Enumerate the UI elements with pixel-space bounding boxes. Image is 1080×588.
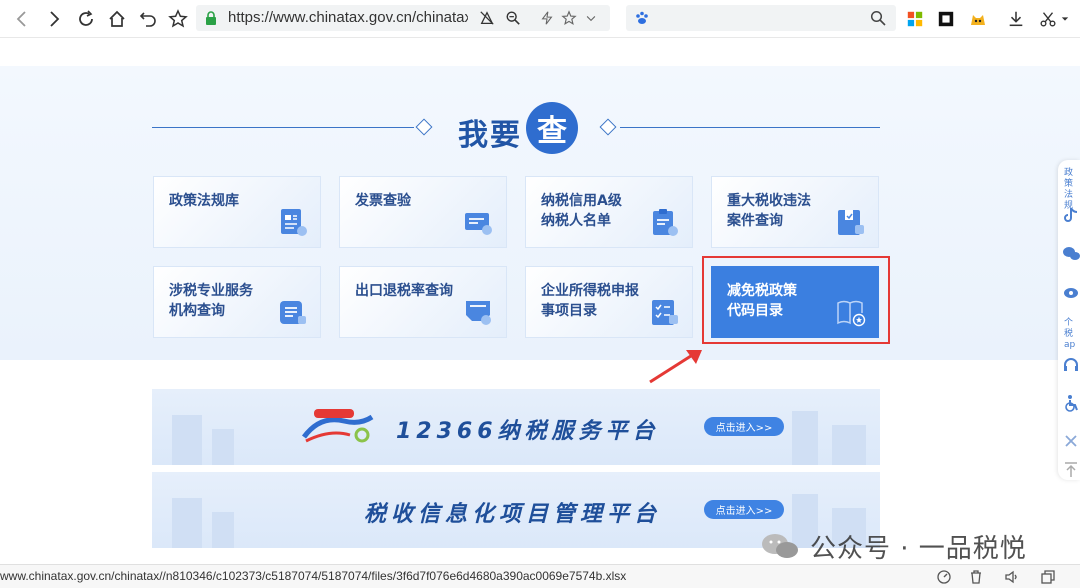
card-tax-service-agencies[interactable]: 涉税专业服务 机构查询: [153, 266, 321, 338]
scissors-icon[interactable]: [1036, 7, 1060, 31]
enter-button[interactable]: 点击进入>>: [704, 500, 784, 519]
headset-icon[interactable]: [1062, 356, 1080, 374]
diamond-icon: [415, 118, 433, 136]
card-export-rebate-rate[interactable]: 出口退税率查询: [339, 266, 507, 338]
speaker-icon[interactable]: [1004, 569, 1020, 585]
status-bar: www.chinatax.gov.cn/chinatax//n810346/c1…: [0, 564, 1080, 588]
browser-toolbar: https://www.chinatax.gov.cn/chinatax/r: [0, 0, 1080, 38]
document-edit-icon: [281, 209, 307, 236]
search-input[interactable]: [626, 5, 896, 31]
banner-building-decor: [172, 415, 202, 465]
window-restore-icon[interactable]: [1040, 569, 1056, 585]
reload-button[interactable]: [74, 7, 98, 31]
star-outline-icon: [168, 9, 188, 28]
highlight-frame: [702, 256, 890, 344]
banner-title: 税收信息化项目管理平台: [364, 502, 662, 527]
search-icon[interactable]: [870, 10, 886, 26]
forward-arrow-icon: [50, 11, 60, 27]
download-icon[interactable]: [1004, 7, 1028, 31]
card-label: 企业所得税申报 事项目录: [541, 283, 639, 319]
close-icon[interactable]: [1062, 432, 1080, 450]
wechat-logo-icon: [762, 534, 798, 558]
heading-title: 我要: [458, 118, 522, 153]
extension-cat-icon[interactable]: [966, 7, 990, 31]
banner-title: 12366纳税服务平台: [396, 419, 660, 444]
card-invoice-verification[interactable]: 发票查验: [339, 176, 507, 248]
paw-icon: [636, 11, 648, 24]
accessibility-icon[interactable]: [1062, 394, 1080, 412]
card-major-violation-cases[interactable]: 重大税收违法 案件查询: [711, 176, 879, 248]
floating-sidebar: 政策 法规 个税 ap: [1058, 160, 1080, 480]
card-credit-a-list[interactable]: 纳税信用A级 纳税人名单: [525, 176, 693, 248]
banner-building-decor: [212, 429, 234, 465]
favorite-button[interactable]: [166, 7, 190, 31]
bookmark-star-icon[interactable]: [560, 9, 578, 27]
zoom-icon[interactable]: [504, 9, 522, 27]
heading-badge: 查: [526, 102, 578, 154]
banner-building-decor: [792, 411, 818, 465]
diamond-icon: [599, 118, 617, 136]
watermark-text: 公众号 · 一品税悦: [810, 533, 1027, 564]
12366-logo-icon: [301, 409, 374, 443]
heading-line-right: [620, 127, 880, 128]
weibo-icon[interactable]: [1062, 282, 1080, 300]
heading-line-left: [152, 127, 414, 128]
card-label: 重大税收违法 案件查询: [727, 193, 811, 229]
back-arrow-icon: [16, 11, 26, 27]
case-file-icon: [838, 210, 864, 235]
card-policy-regulations[interactable]: 政策法规库: [153, 176, 321, 248]
tracking-off-icon[interactable]: [478, 9, 496, 27]
speed-icon[interactable]: [936, 569, 952, 585]
home-icon: [109, 10, 125, 27]
card-cit-filing-catalog[interactable]: 企业所得税申报 事项目录: [525, 266, 693, 338]
section-heading: 我要 查: [150, 100, 882, 156]
banner-building-decor: [172, 498, 202, 548]
banner-12366-platform[interactable]: 12366纳税服务平台 点击进入>>: [152, 389, 880, 465]
back-to-top-icon[interactable]: [1062, 460, 1080, 478]
address-bar[interactable]: https://www.chinatax.gov.cn/chinatax/r: [196, 5, 610, 31]
undo-icon: [139, 12, 156, 27]
watermark: 公众号 · 一品税悦: [760, 530, 1027, 564]
ticket-search-icon: [466, 301, 491, 325]
card-label: 政策法规库: [169, 193, 239, 209]
clipboard-user-icon: [653, 209, 678, 236]
reload-icon: [79, 10, 93, 26]
card-label: 涉税专业服务 机构查询: [169, 283, 253, 319]
status-link-url: www.chinatax.gov.cn/chinatax//n810346/c1…: [0, 569, 627, 583]
screenshot-icon[interactable]: [934, 7, 958, 31]
checklist-icon: [652, 300, 678, 325]
card-label: 出口退税率查询: [355, 283, 453, 299]
chevron-down-icon[interactable]: [582, 9, 600, 27]
lightning-icon[interactable]: [538, 9, 556, 27]
forward-button[interactable]: [42, 7, 66, 31]
apps-grid-icon[interactable]: [903, 7, 927, 31]
sidebar-app-label[interactable]: 个税 ap: [1064, 318, 1080, 351]
douyin-icon[interactable]: [1062, 206, 1080, 224]
banner-building-decor: [832, 425, 866, 465]
back-button[interactable]: [10, 7, 34, 31]
home-button[interactable]: [105, 7, 129, 31]
annotation-arrow-icon: [649, 350, 702, 384]
menu-caret-icon[interactable]: [1058, 7, 1072, 31]
card-label: 发票查验: [355, 193, 411, 209]
banner-building-decor: [212, 512, 234, 548]
trash-icon[interactable]: [968, 569, 984, 585]
card-label: 纳税信用A级 纳税人名单: [541, 193, 622, 229]
address-url[interactable]: https://www.chinatax.gov.cn/chinatax/r: [228, 9, 468, 26]
list-lock-icon: [280, 301, 306, 324]
lock-icon: [206, 11, 216, 25]
enter-button[interactable]: 点击进入>>: [704, 417, 784, 436]
wechat-icon[interactable]: [1062, 244, 1080, 262]
invoice-search-icon: [465, 213, 492, 235]
undo-close-tab-button[interactable]: [136, 7, 160, 31]
